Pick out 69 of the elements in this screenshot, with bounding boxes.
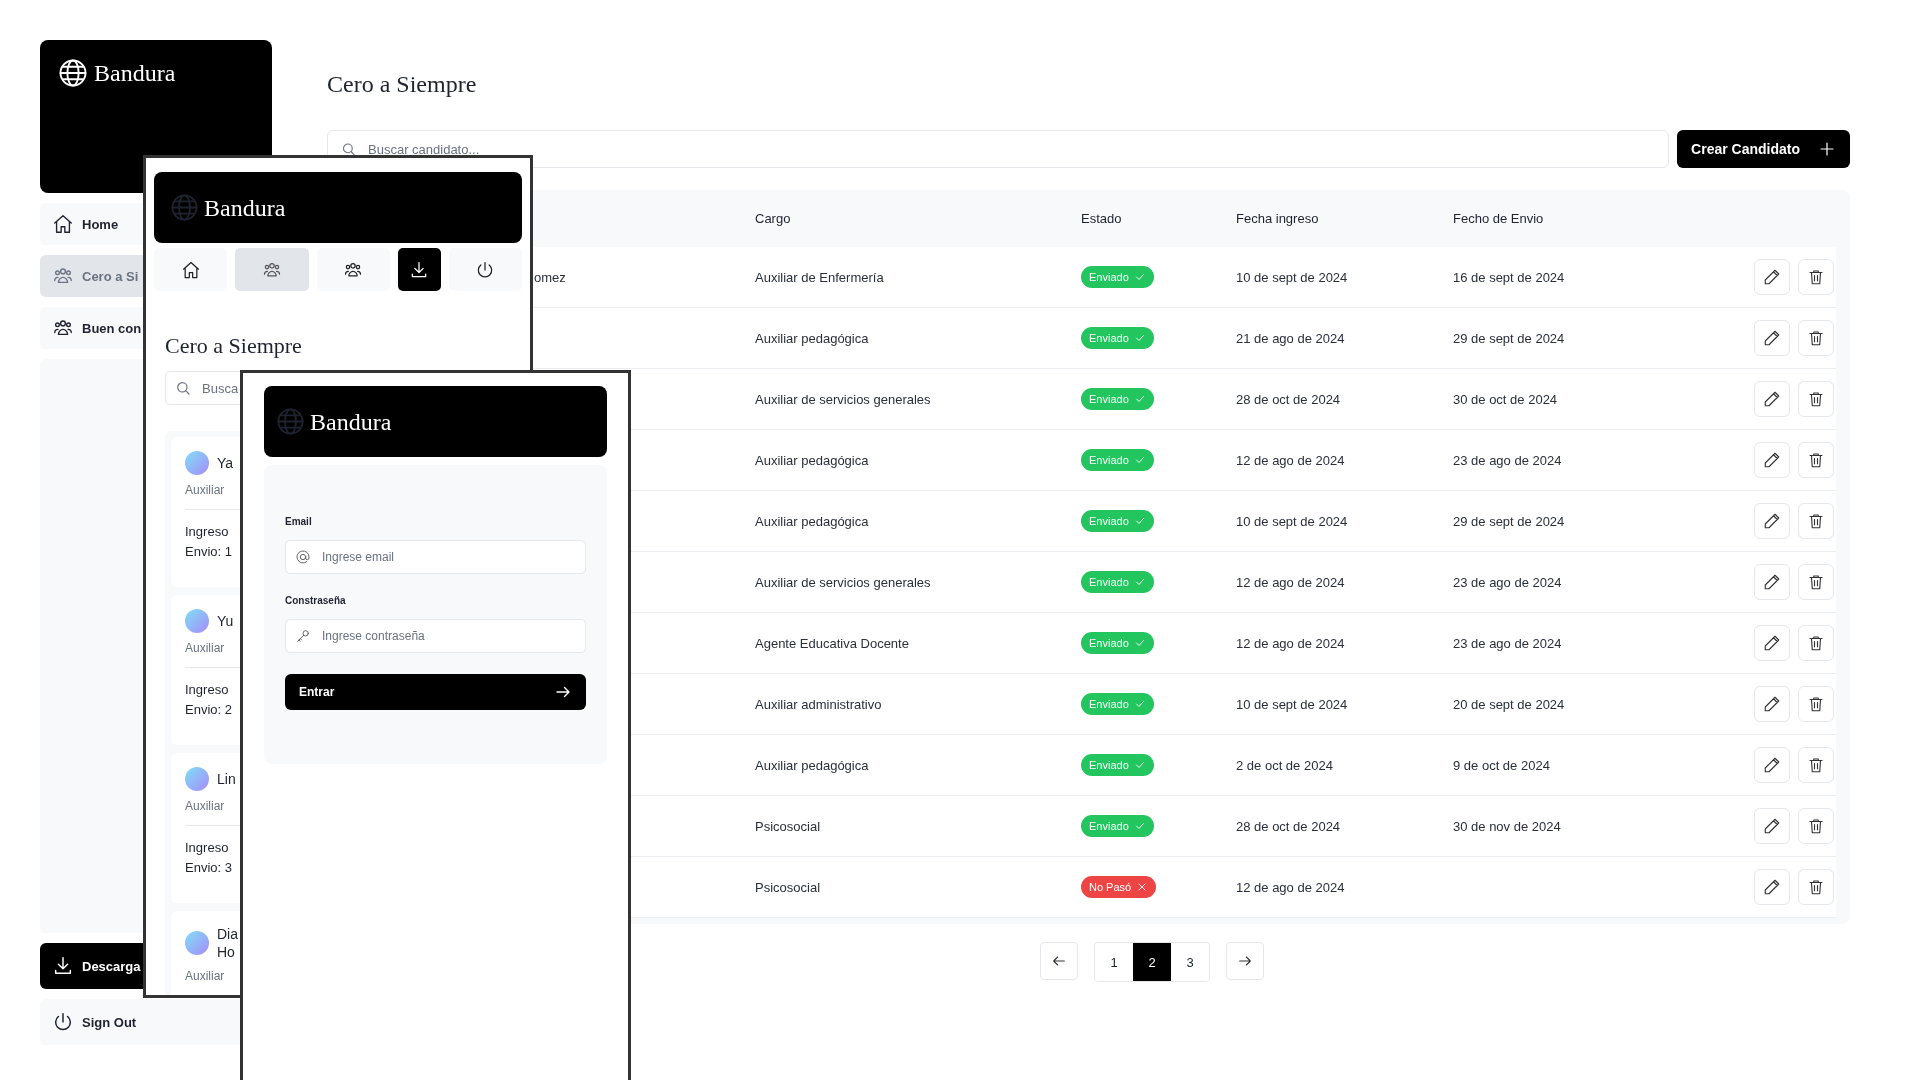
status-badge: Enviado: [1081, 388, 1154, 410]
table-cell: Auxiliar de Enfermería: [755, 269, 884, 285]
candidate-name: Lin: [217, 770, 236, 788]
table-cell: 30 de nov de 2024: [1453, 818, 1561, 834]
status-badge: Enviado: [1081, 449, 1154, 471]
column-header: Fecha ingreso: [1236, 211, 1319, 226]
status-badge: Enviado: [1081, 815, 1154, 837]
candidate-name: Dia Ho: [217, 925, 238, 961]
status-badge: Enviado: [1081, 693, 1154, 715]
table-cell: Auxiliar pedagógica: [755, 757, 869, 773]
status-badge: Enviado: [1081, 510, 1154, 532]
table-cell: 12 de ago de 2024: [1236, 879, 1345, 895]
date-label: Ingreso: [185, 839, 229, 857]
table-cell: 20 de sept de 2024: [1453, 696, 1565, 712]
date-label: Envio: 1: [185, 543, 232, 561]
status-badge: Enviado: [1081, 754, 1154, 776]
table-cell: Auxiliar pedagógica: [755, 452, 869, 468]
table-cell: 29 de sept de 2024: [1453, 513, 1565, 529]
table-cell: Auxiliar pedagógica: [755, 330, 869, 346]
table-cell: 2 de oct de 2024: [1236, 757, 1333, 773]
table-cell: 28 de oct de 2024: [1236, 818, 1341, 834]
column-header: Fecho de Envio: [1453, 211, 1544, 226]
candidate-role: Auxiliar: [185, 969, 225, 983]
table-cell: 12 de ago de 2024: [1236, 574, 1345, 590]
date-label: Ingreso: [185, 523, 229, 541]
table-cell: Auxiliar de servicios generales: [755, 574, 931, 590]
table-cell: Psicosocial: [755, 879, 821, 895]
field-label: Constraseña: [285, 595, 346, 606]
status-badge: Enviado: [1081, 266, 1154, 288]
table-cell: omez: [534, 269, 566, 285]
table-cell: Psicosocial: [755, 818, 821, 834]
date-label: Envio: 3: [185, 859, 232, 877]
status-badge: Enviado: [1081, 632, 1154, 654]
brand-name: Bandura: [310, 407, 392, 437]
candidate-role: Auxiliar: [185, 641, 225, 655]
table-cell: 9 de oct de 2024: [1453, 757, 1550, 773]
table-cell: Auxiliar pedagógica: [755, 513, 869, 529]
date-label: Ingreso: [185, 681, 229, 699]
table-cell: 23 de ago de 2024: [1453, 574, 1562, 590]
page-title: Cero a Siempre: [327, 70, 478, 99]
page-title: Cero a Siempre: [165, 332, 303, 360]
table-cell: Auxiliar administrativo: [755, 696, 882, 712]
status-badge: Enviado: [1081, 571, 1154, 593]
table-cell: 29 de sept de 2024: [1453, 330, 1565, 346]
table-cell: Agente Educativa Docente: [755, 635, 909, 651]
table-cell: 10 de sept de 2024: [1236, 696, 1348, 712]
table-cell: 10 de sept de 2024: [1236, 269, 1348, 285]
table-cell: 30 de oct de 2024: [1453, 391, 1558, 407]
column-header: Estado: [1081, 211, 1122, 226]
table-cell: 10 de sept de 2024: [1236, 513, 1348, 529]
brand-name: Bandura: [204, 193, 286, 223]
status-badge: No Pasó: [1081, 876, 1157, 898]
table-cell: 28 de oct de 2024: [1236, 391, 1341, 407]
table-cell: 23 de ago de 2024: [1453, 635, 1562, 651]
table-cell: Auxiliar de servicios generales: [755, 391, 931, 407]
table-cell: 21 de ago de 2024: [1236, 330, 1345, 346]
candidate-role: Auxiliar: [185, 799, 225, 813]
table-cell: 12 de ago de 2024: [1236, 635, 1345, 651]
table-cell: 23 de ago de 2024: [1453, 452, 1562, 468]
table-cell: 12 de ago de 2024: [1236, 452, 1345, 468]
column-header: Cargo: [755, 211, 791, 226]
status-badge: Enviado: [1081, 327, 1154, 349]
table-cell: 16 de sept de 2024: [1453, 269, 1565, 285]
date-label: Envio: 2: [185, 701, 232, 719]
field-label: Email: [285, 516, 312, 527]
candidate-name: Ya: [217, 454, 234, 472]
brand-name: Bandura: [94, 59, 176, 88]
candidate-role: Auxiliar: [185, 483, 225, 497]
candidate-name: Yu: [217, 612, 234, 630]
